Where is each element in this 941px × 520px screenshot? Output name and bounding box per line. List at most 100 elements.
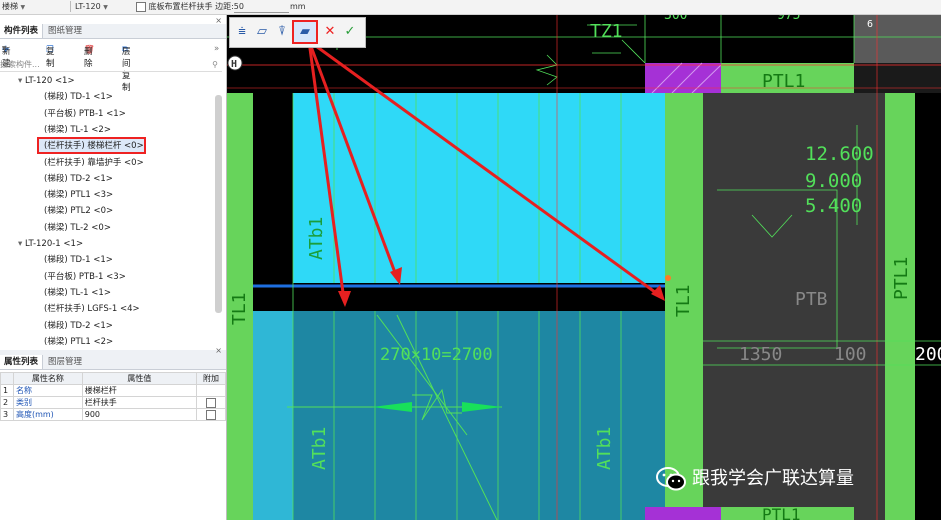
property-extra xyxy=(196,384,226,397)
tree-item[interactable]: (栏杆扶手) 靠墙护手 <0> xyxy=(44,156,144,171)
expand-icon[interactable]: ▾ xyxy=(18,76,25,86)
tree-item[interactable]: (梯段) TD-1 <1> xyxy=(44,90,113,105)
property-value[interactable]: 楼梯栏杆 xyxy=(81,384,198,397)
close-icon[interactable]: × xyxy=(215,346,222,355)
tree-item[interactable]: (梯梁) TL-2 <0> xyxy=(44,221,111,236)
label-ptb: PTB xyxy=(795,289,828,310)
more-icon[interactable]: » xyxy=(214,44,219,54)
extra-checkbox[interactable] xyxy=(206,409,217,420)
tree-item[interactable]: (梯梁) PTL1 <2> xyxy=(44,335,113,350)
stair-railing-icon[interactable]: ⩧ xyxy=(233,23,251,41)
component-select[interactable]: LT-120 ▼ xyxy=(70,1,135,12)
insertion-point-marker xyxy=(665,275,671,281)
property-value[interactable]: 栏杆扶手 xyxy=(81,396,198,409)
chevron-down-icon: ▼ xyxy=(103,4,108,11)
tree-item[interactable]: (梯梁) TL-1 <1> xyxy=(44,286,111,301)
property-header-row: 属性名称 属性值 附加 xyxy=(0,372,226,385)
tree-item[interactable]: (平台板) PTB-1 <1> xyxy=(44,107,126,122)
tree-item-label: (梯梁) TL-1 <1> xyxy=(44,287,111,298)
table-row[interactable]: 1 名称 楼梯栏杆 xyxy=(0,384,226,397)
tree-item[interactable]: (平台板) PTB-1 <3> xyxy=(44,270,126,285)
stair-flight-lower xyxy=(253,311,665,520)
property-value[interactable]: 900 xyxy=(81,408,198,421)
tree-item-label: (梯段) TD-2 <1> xyxy=(44,173,113,184)
extra-checkbox[interactable] xyxy=(206,397,217,408)
bottom-railing-checkbox[interactable] xyxy=(136,1,146,12)
tree-group[interactable]: ▾ LT-120-1 <1> xyxy=(18,237,83,252)
grid-label-6: 6 xyxy=(867,19,873,30)
watermark-text: 跟我学会广联达算量 xyxy=(692,468,854,489)
wall-railing-icon[interactable]: ▱ xyxy=(253,23,271,41)
property-extra xyxy=(196,396,226,409)
tree-scrollbar[interactable] xyxy=(215,95,222,313)
tab-layer-management[interactable]: 图层管理 xyxy=(44,355,86,369)
tree-item[interactable]: (梯段) TD-2 <1> xyxy=(44,319,113,334)
component-tabs: 构件列表 图纸管理 × xyxy=(0,16,226,39)
property-name-header: 属性名称 xyxy=(12,372,83,385)
margin-input[interactable]: 50 xyxy=(233,1,289,13)
tree-item[interactable]: (梯段) TD-1 <1> xyxy=(44,253,113,268)
confirm-icon[interactable]: ✓ xyxy=(341,23,359,41)
row-number-header xyxy=(0,372,14,385)
close-icon[interactable]: × xyxy=(215,16,222,25)
watermark: 跟我学会广联达算量 xyxy=(656,464,854,494)
table-row[interactable]: 3 高度(mm) 900 xyxy=(0,408,226,421)
tree-item[interactable]: (栏杆扶手) LGFS-1 <4> xyxy=(44,302,140,317)
property-name: 名称 xyxy=(12,384,83,397)
stair-flight-lower-edge xyxy=(253,311,293,520)
label-ptl1-right: PTL1 xyxy=(891,257,912,300)
label-dim-1350: 1350 xyxy=(739,344,782,365)
tree-item-label: (梯梁) PTL1 <3> xyxy=(44,190,114,201)
tab-component-list[interactable]: 构件列表 xyxy=(0,24,44,38)
tree-item-label: LT-120 <1> xyxy=(24,76,75,86)
tree-item[interactable]: (梯梁) PTL2 <0> xyxy=(44,204,113,219)
label-steps: 270×10=2700 xyxy=(380,345,493,365)
tab-drawing-management[interactable]: 图纸管理 xyxy=(44,24,86,38)
tree-item-label: (平台板) PTB-1 <1> xyxy=(44,108,126,119)
tree-item[interactable]: (栏杆扶手) 楼梯栏杆 <0> xyxy=(44,139,144,154)
table-row[interactable]: 2 类别 栏杆扶手 xyxy=(0,396,226,409)
drawing-canvas[interactable]: TZ1 300 975 6 H PTL1 PTL1 12.600 9.000 5… xyxy=(227,15,941,520)
tree-item[interactable]: (梯段) TD-2 <1> xyxy=(44,172,113,187)
row-number: 1 xyxy=(0,384,14,397)
label-atb1-upper: ATb1 xyxy=(306,217,327,260)
label-elevation-1: 12.600 xyxy=(805,143,874,165)
tab-property-list[interactable]: 属性列表 xyxy=(0,355,44,369)
tree-item-label: (梯梁) PTL2 <0> xyxy=(44,206,114,217)
grid-label-h: H xyxy=(231,59,237,70)
tree-item-label: (梯段) TD-1 <1> xyxy=(44,92,113,103)
label-tl1-left: TL1 xyxy=(229,292,250,325)
property-extra-header: 附加 xyxy=(196,372,226,385)
chevron-down-icon: ▼ xyxy=(2,45,7,52)
point-railing-icon[interactable]: ⍒ xyxy=(273,23,291,41)
expand-icon[interactable]: ▾ xyxy=(18,239,25,249)
label-atb1-lower-right: ATb1 xyxy=(594,427,615,470)
property-name: 高度(mm) xyxy=(12,408,83,421)
tree-group[interactable]: ▾ LT-120 <1> xyxy=(18,74,75,89)
cancel-icon[interactable]: ✕ xyxy=(321,23,339,41)
label-dim-100: 100 xyxy=(834,344,867,365)
property-table: 属性名称 属性值 附加 1 名称 楼梯栏杆 2 类别 栏杆扶手 3 高度(mm)… xyxy=(0,372,226,421)
tree-item-label: (梯梁) TL-1 <2> xyxy=(44,124,111,135)
component-search[interactable]: 搜索构件... ⚲ xyxy=(0,58,222,72)
label-tl1-mid: TL1 xyxy=(673,284,694,317)
label-atb1-lower-left: ATb1 xyxy=(309,427,330,470)
component-select-value: LT-120 xyxy=(75,2,101,11)
tree-item[interactable]: (梯梁) TL-1 <2> xyxy=(44,123,111,138)
line-railing-icon[interactable]: ▰ xyxy=(296,23,314,41)
tree-item-label: (栏杆扶手) 靠墙护手 <0> xyxy=(44,157,144,168)
tree-item-label: (梯梁) PTL1 <2> xyxy=(44,336,114,347)
label-ptl1-bottom: PTL1 xyxy=(762,505,801,520)
row-number: 3 xyxy=(0,408,14,421)
floor-select[interactable]: 楼梯 ▼ xyxy=(2,1,62,12)
search-input[interactable]: 搜索构件... xyxy=(0,60,40,69)
bottom-railing-option[interactable]: 底板布置栏杆扶手 边距:50 xyxy=(136,1,289,13)
bottom-railing-label: 底板布置栏杆扶手 xyxy=(148,2,213,11)
label-ptl1-top: PTL1 xyxy=(762,71,805,92)
stair-plan-drawing[interactable]: TZ1 300 975 6 H PTL1 PTL1 12.600 9.000 5… xyxy=(227,15,941,520)
beam-ptl1-right xyxy=(885,93,915,520)
margin-unit: mm xyxy=(290,2,306,11)
component-toolbar: ✚ 新建 ▼ ❐ 复制 🗑 删除 ⧉ 层间复制 » xyxy=(0,43,226,93)
wechat-icon xyxy=(656,467,686,491)
tree-item[interactable]: (梯梁) PTL1 <3> xyxy=(44,188,113,203)
